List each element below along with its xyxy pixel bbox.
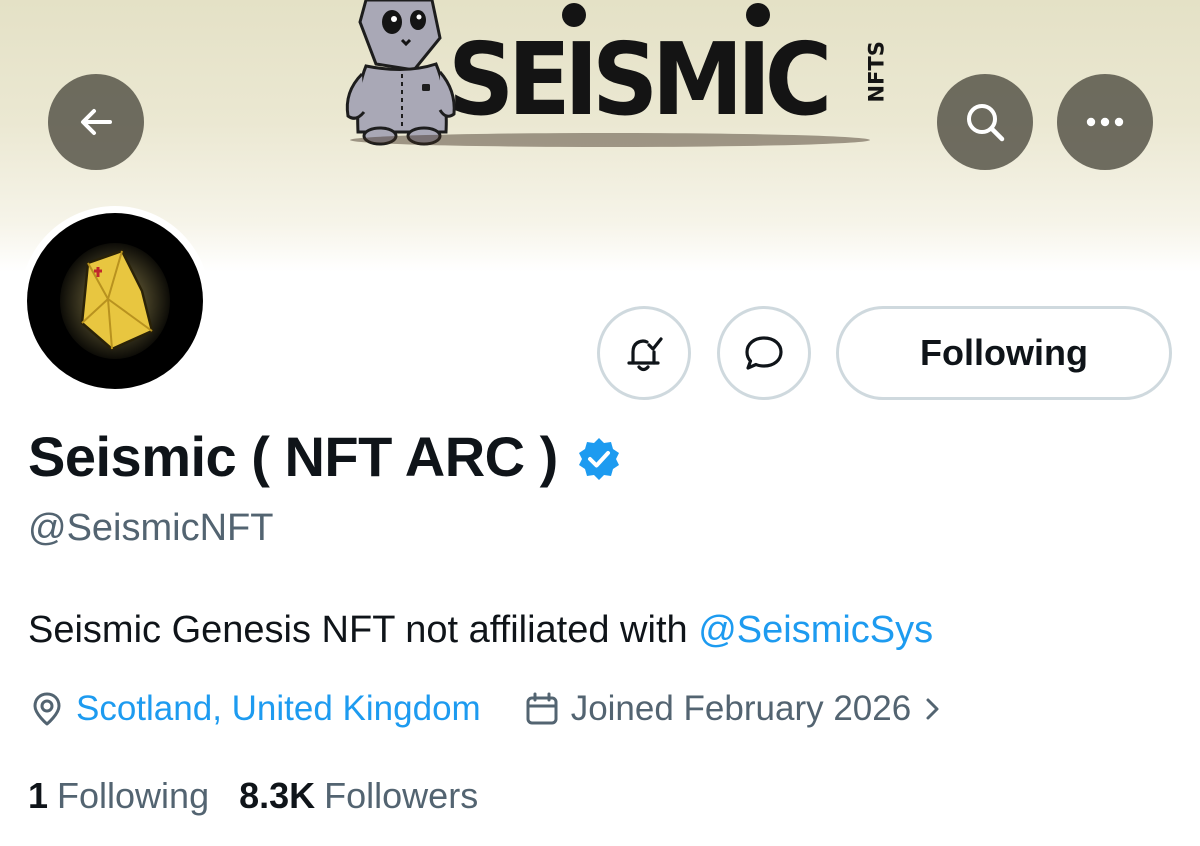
location-pin-icon (33, 692, 61, 726)
profile-bio: Seismic Genesis NFT not affiliated with … (28, 609, 933, 652)
back-button[interactable] (48, 74, 144, 170)
bio-mention-link[interactable]: @SeismicSys (698, 609, 933, 651)
arrow-left-icon (81, 109, 112, 135)
profile-stats: 1 Following 8.3K Followers (28, 774, 478, 818)
chat-bubble-icon (745, 336, 783, 370)
joined-date: Joined February 2026 (570, 689, 912, 728)
following-count: 1 (28, 775, 49, 816)
profile-meta: Scotland, United Kingdom Joined February… (28, 686, 953, 732)
followers-label: Followers (324, 775, 479, 816)
profile-handle: @SeismicNFT (28, 507, 274, 549)
mascot-illustration (345, 0, 456, 146)
avatar-image (27, 213, 203, 389)
bio-text: Seismic Genesis NFT not affiliated with (28, 609, 699, 651)
display-name-row: Seismic ( NFT ARC ) (28, 424, 622, 489)
location-text[interactable]: Scotland, United Kingdom (76, 689, 481, 729)
avatar[interactable] (20, 206, 210, 396)
display-name: Seismic ( NFT ARC ) (28, 425, 558, 488)
logo-wordmark: SEISMIC (448, 21, 832, 138)
calendar-icon (526, 692, 558, 725)
verified-badge-icon[interactable] (576, 436, 622, 482)
logo-subtext: NFTS (862, 30, 892, 102)
location-item[interactable]: Scotland, United Kingdom (28, 689, 481, 729)
more-dots-icon (1086, 117, 1124, 127)
following-label: Following (57, 775, 210, 816)
logo-subtext-label: NFTS (864, 41, 889, 103)
search-button[interactable] (937, 74, 1033, 170)
joined-item[interactable]: Joined February 2026 (523, 689, 954, 729)
more-button[interactable] (1057, 74, 1153, 170)
following-button[interactable]: Following (836, 306, 1172, 400)
followers-stat[interactable]: 8.3K Followers (239, 775, 478, 817)
following-stat[interactable]: 1 Following (28, 775, 209, 817)
search-icon (967, 104, 1005, 142)
chevron-right-icon (926, 698, 939, 720)
message-button[interactable] (717, 306, 811, 400)
bell-check-icon (627, 337, 663, 372)
notifications-button[interactable] (597, 306, 691, 400)
gold-stone-icon (60, 243, 170, 359)
followers-count: 8.3K (239, 775, 316, 816)
banner-logo: SEISMIC NFTS (330, 0, 910, 160)
